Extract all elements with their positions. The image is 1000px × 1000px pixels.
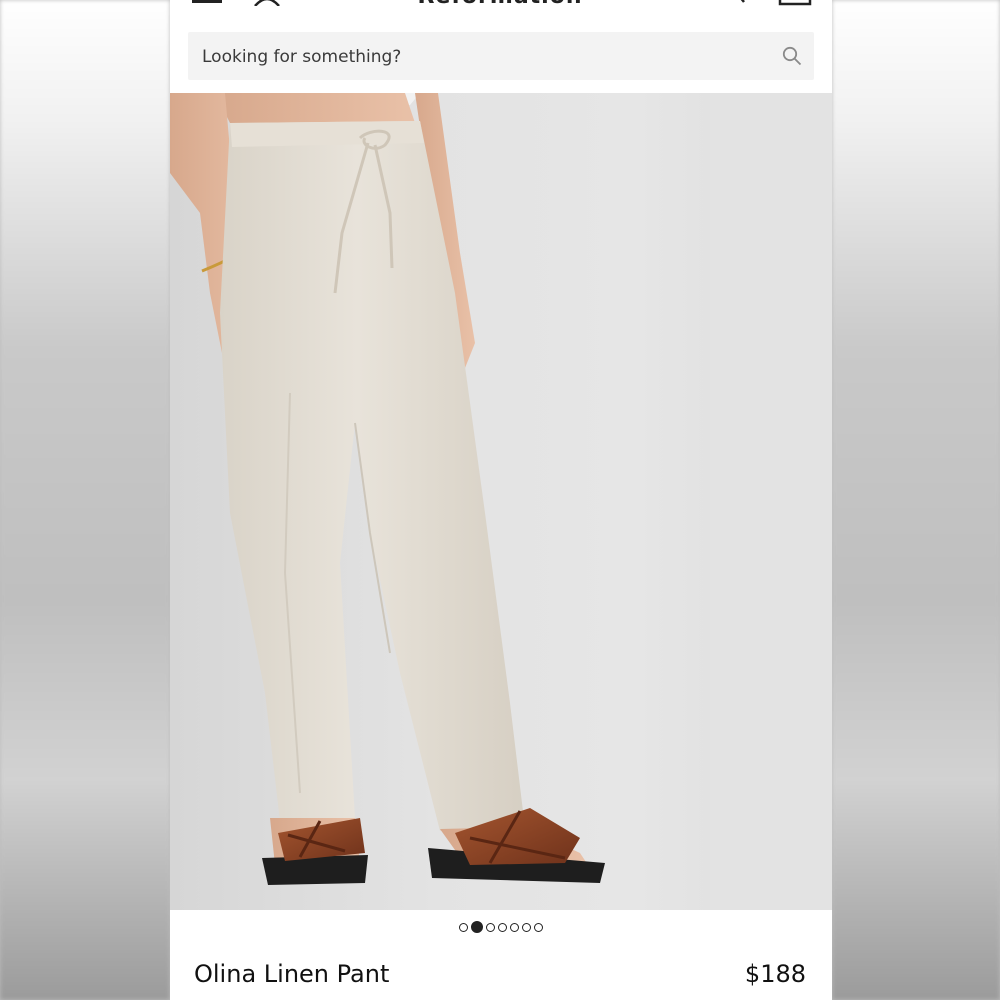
top-nav: Reformation	[170, 0, 832, 20]
search-icon[interactable]	[728, 0, 750, 4]
carousel-dot[interactable]	[498, 923, 507, 932]
carousel-dot[interactable]	[459, 923, 468, 932]
search-input[interactable]	[200, 32, 764, 82]
carousel-dots	[170, 920, 832, 936]
hamburger-menu-icon[interactable]	[192, 0, 222, 4]
product-name[interactable]: Olina Linen Pant	[194, 960, 389, 988]
product-image[interactable]	[170, 93, 832, 910]
brand-logo[interactable]: Reformation	[400, 0, 600, 9]
search-bar[interactable]	[188, 32, 814, 82]
carousel-dot[interactable]	[471, 921, 483, 933]
carousel-dot[interactable]	[522, 923, 531, 932]
product-price: $188	[744, 960, 806, 988]
product-photo-illustration	[170, 93, 832, 910]
search-icon[interactable]	[782, 46, 802, 66]
blurred-background-left	[0, 0, 170, 1000]
shopping-bag-icon[interactable]	[778, 0, 812, 6]
carousel-dot[interactable]	[510, 923, 519, 932]
account-icon[interactable]	[252, 0, 282, 6]
carousel-dot[interactable]	[534, 923, 543, 932]
app-screen: Reformation	[170, 0, 832, 1000]
blurred-background-right	[832, 0, 1000, 1000]
carousel-dot[interactable]	[486, 923, 495, 932]
